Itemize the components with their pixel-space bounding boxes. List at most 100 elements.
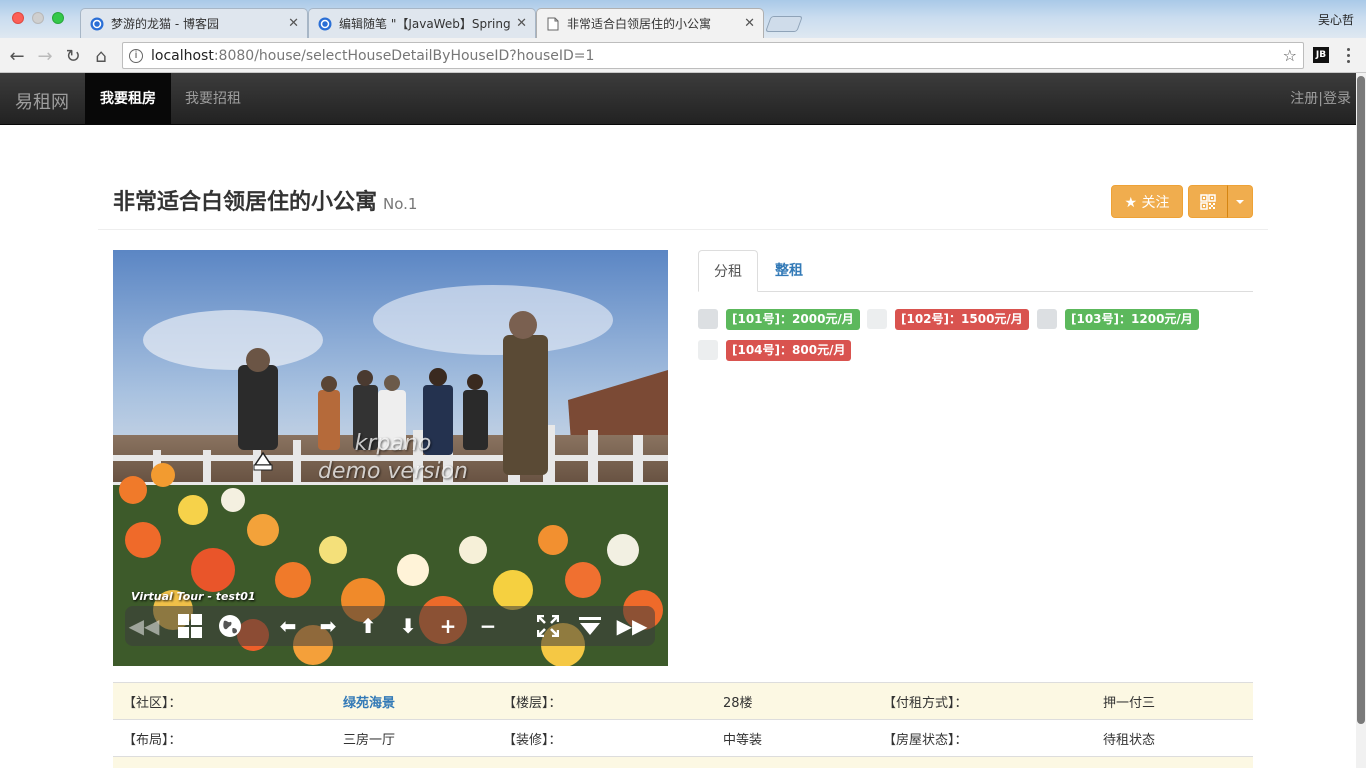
- hide-controls-icon[interactable]: [575, 612, 605, 640]
- nav-item-let[interactable]: 我要招租: [170, 73, 256, 125]
- room-price-badge: [101号]：2000元/月: [726, 308, 860, 330]
- nav-item-rent[interactable]: 我要租房: [85, 73, 171, 125]
- previous-scene-icon[interactable]: ◀◀: [129, 612, 160, 640]
- detail-value: 28楼: [713, 682, 873, 720]
- arrow-right-icon[interactable]: ➡: [313, 612, 343, 640]
- room-price-badge: [102号]：1500元/月: [895, 308, 1029, 330]
- pano-watermark-line1: krpano: [354, 431, 432, 456]
- detail-value: 中等装: [713, 719, 873, 757]
- arrow-down-icon[interactable]: ⬇: [393, 612, 423, 640]
- url-path: :8080/house/selectHouseDetailByHouseID?h…: [213, 47, 595, 64]
- home-icon[interactable]: ⌂: [90, 45, 112, 67]
- house-title: 非常适合白领居住的小公寓: [113, 190, 378, 215]
- detail-cell: [333, 756, 493, 768]
- house-detail-table: 【社区】： 绿苑海景 【楼层】： 28楼 【付租方式】： 押一付三 【布局】： …: [113, 682, 1253, 768]
- page-header: 非常适合白领居住的小公寓 No.1: [98, 180, 1268, 230]
- room-checkbox[interactable]: [698, 309, 718, 329]
- window-close-button[interactable]: [12, 12, 24, 24]
- room-option[interactable]: [103号]：1200元/月: [1037, 308, 1199, 330]
- qr-code-button[interactable]: [1188, 185, 1228, 218]
- room-price-badge: [104号]：800元/月: [726, 339, 852, 361]
- detail-label: 【装修】：: [493, 719, 713, 757]
- table-row: 【布局】： 三房一厅 【装修】： 中等装 【房屋状态】： 待租状态: [113, 719, 1253, 757]
- new-tab-button[interactable]: [765, 16, 803, 32]
- table-row: 【社区】： 绿苑海景 【楼层】： 28楼 【付租方式】： 押一付三: [113, 682, 1253, 720]
- detail-label: 【社区】：: [113, 682, 333, 720]
- window-minimize-button[interactable]: [32, 12, 44, 24]
- pano-control-bar: ◀◀ ⬅ ➡ ⬆ ⬇ + − ▶▶: [125, 606, 655, 646]
- browser-tab-strip: 梦游的龙猫 - 博客园 ✕ 编辑随笔 "【JavaWeb】Spring ✕ 非常…: [0, 0, 1366, 38]
- detail-label: 【房屋状态】：: [873, 719, 1093, 757]
- tab-title: 梦游的龙猫 - 博客园: [111, 17, 219, 31]
- arrow-up-icon[interactable]: ⬆: [353, 612, 383, 640]
- detail-value: 三房一厅: [333, 719, 493, 757]
- zoom-out-icon[interactable]: −: [473, 612, 503, 640]
- close-icon[interactable]: ✕: [744, 16, 755, 31]
- community-link[interactable]: 绿苑海景: [343, 696, 395, 711]
- room-price-badge: [103号]：1200元/月: [1065, 308, 1199, 330]
- pano-watermark: krpano demo version: [303, 430, 483, 486]
- detail-value: 待租状态: [1093, 719, 1253, 757]
- reload-icon[interactable]: ↻: [62, 45, 84, 67]
- jetbrains-extension-icon[interactable]: JB: [1313, 47, 1329, 63]
- room-option[interactable]: [104号]：800元/月: [698, 339, 852, 361]
- cnblogs-icon: [89, 16, 105, 32]
- page-icon: [545, 16, 561, 32]
- tab-shared-rent[interactable]: 分租: [698, 250, 758, 292]
- tab-title: 非常适合白领居住的小公寓: [567, 17, 712, 31]
- detail-cell: [113, 756, 333, 768]
- room-checkbox[interactable]: [1037, 309, 1057, 329]
- browser-menu-icon[interactable]: [1340, 47, 1356, 63]
- close-icon[interactable]: ✕: [516, 16, 527, 31]
- panorama-viewer[interactable]: krpano demo version Virtual Tour - test0…: [113, 250, 668, 666]
- table-row: [113, 756, 1253, 768]
- fullscreen-icon[interactable]: [533, 612, 563, 640]
- house-number: No.1: [383, 195, 418, 213]
- detail-label: 【付租方式】：: [873, 682, 1093, 720]
- detail-cell: [1093, 756, 1253, 768]
- page-scrollbar-thumb[interactable]: [1357, 76, 1365, 724]
- browser-tab-2[interactable]: 编辑随笔 "【JavaWeb】Spring ✕: [308, 8, 536, 38]
- qr-code-icon: [1200, 193, 1216, 210]
- tab-whole-rent[interactable]: 整租: [760, 250, 818, 292]
- site-brand[interactable]: 易租网: [15, 88, 69, 114]
- window-zoom-button[interactable]: [52, 12, 64, 24]
- bookmark-star-icon[interactable]: ☆: [1283, 46, 1297, 65]
- rent-type-tabs: 分租 整租: [698, 250, 1253, 292]
- follow-button[interactable]: ★ 关注: [1111, 185, 1183, 218]
- thumbnails-grid-icon[interactable]: [175, 612, 205, 640]
- detail-value: 押一付三: [1093, 682, 1253, 720]
- address-bar[interactable]: i localhost:8080/house/selectHouseDetail…: [122, 42, 1304, 69]
- room-option[interactable]: [102号]：1500元/月: [867, 308, 1029, 330]
- browser-toolbar: ← → ↻ ⌂ i localhost:8080/house/selectHou…: [0, 38, 1366, 73]
- url-host: localhost: [151, 47, 214, 64]
- site-navbar: 易租网 我要租房 我要招租 注册|登录: [0, 73, 1356, 125]
- close-icon[interactable]: ✕: [288, 16, 299, 31]
- detail-cell: [873, 756, 1093, 768]
- back-arrow-icon[interactable]: ←: [6, 45, 28, 67]
- zoom-in-icon[interactable]: +: [433, 612, 463, 640]
- register-login-link[interactable]: 注册|登录: [1290, 73, 1351, 125]
- detail-label: 【楼层】：: [493, 682, 713, 720]
- cnblogs-icon: [317, 16, 333, 32]
- detail-value: 绿苑海景: [333, 682, 493, 720]
- browser-profile-name[interactable]: 吴心哲: [1318, 11, 1354, 28]
- detail-label: 【布局】：: [113, 719, 333, 757]
- browser-tab-3[interactable]: 非常适合白领居住的小公寓 ✕: [536, 8, 764, 38]
- room-checkbox[interactable]: [867, 309, 887, 329]
- detail-cell: [493, 756, 713, 768]
- globe-icon[interactable]: [215, 612, 245, 640]
- browser-tab-1[interactable]: 梦游的龙猫 - 博客园 ✕: [80, 8, 308, 38]
- pano-watermark-line2: demo version: [318, 459, 468, 484]
- tab-title: 编辑随笔 "【JavaWeb】Spring: [339, 17, 511, 31]
- info-icon[interactable]: i: [129, 48, 143, 63]
- forward-arrow-icon[interactable]: →: [34, 45, 56, 67]
- arrow-left-icon[interactable]: ⬅: [273, 612, 303, 640]
- share-dropdown-toggle[interactable]: [1227, 185, 1253, 218]
- room-option[interactable]: [101号]：2000元/月: [698, 308, 860, 330]
- detail-cell: [713, 756, 873, 768]
- room-checkbox[interactable]: [698, 340, 718, 360]
- pano-tour-label: Virtual Tour - test01: [131, 590, 256, 603]
- next-scene-icon[interactable]: ▶▶: [617, 612, 648, 640]
- caret-down-icon: [1236, 199, 1244, 204]
